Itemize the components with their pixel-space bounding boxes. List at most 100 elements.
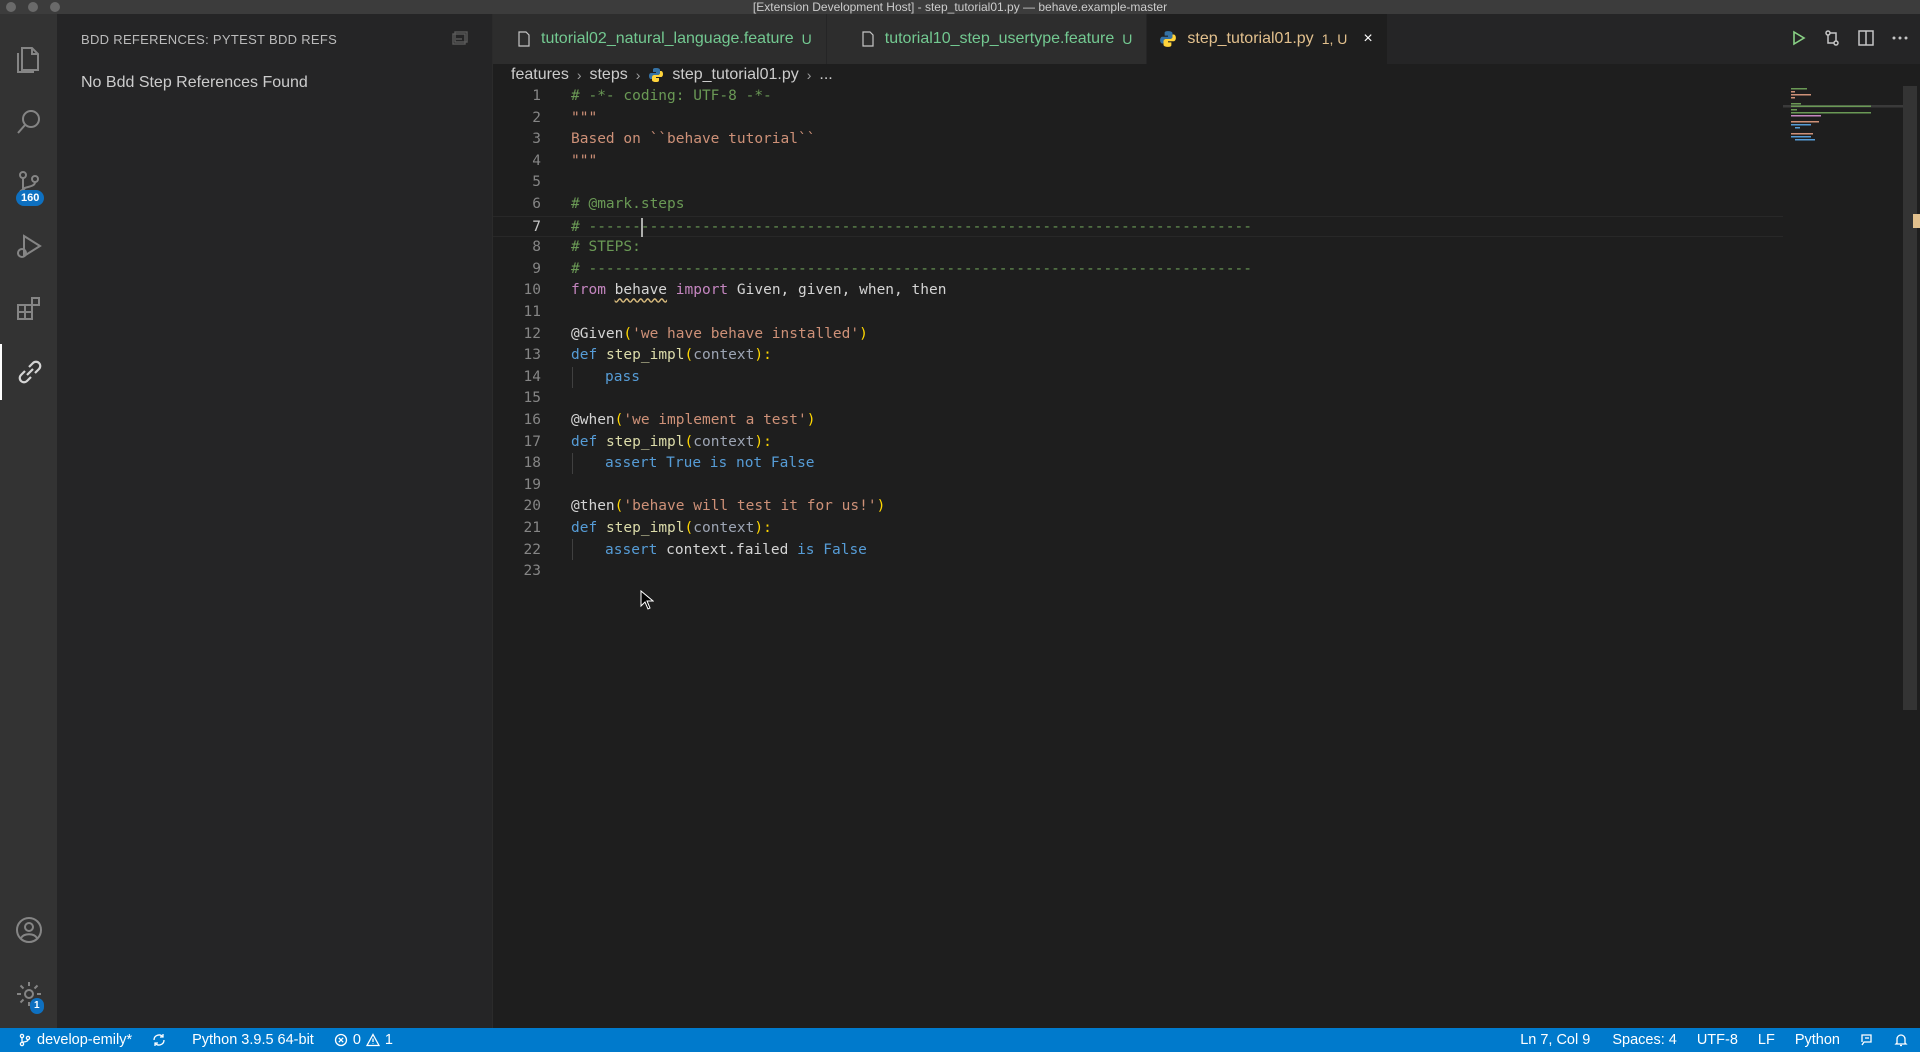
tab-status: U <box>801 31 812 47</box>
line-ending-label: LF <box>1757 1032 1775 1048</box>
code-line-4: 4 """ <box>532 152 598 169</box>
feedback-button[interactable] <box>1850 1028 1884 1052</box>
tab-step-tutorial01[interactable]: step_tutorial01.py 1, U × <box>1147 14 1388 64</box>
code-line-18: 18 assert True is not False <box>523 455 815 472</box>
warning-count: 1 <box>384 1032 393 1048</box>
python-file-icon <box>1160 31 1177 47</box>
run-debug-button[interactable] <box>0 218 57 274</box>
code-line-22: 22 assert context.failed is False <box>523 541 867 558</box>
window-title: [Extension Development Host] - step_tuto… <box>752 0 1168 14</box>
window-controls[interactable] <box>6 2 60 12</box>
problems-indicator[interactable]: 0 1 <box>324 1028 403 1052</box>
code-line-5: 5 <box>532 174 541 191</box>
sync-button[interactable] <box>142 1028 176 1052</box>
code-line-20: 20 @then('behave will test it for us!') <box>523 498 886 515</box>
tab-label: step_tutorial01.py <box>1187 30 1314 47</box>
code-line-15: 15 <box>523 390 541 407</box>
code-line-19: 19 <box>523 476 541 493</box>
activity-bar: 160 1 <box>0 14 57 1028</box>
title-bar: [Extension Development Host] - step_tuto… <box>0 0 1920 14</box>
breadcrumb: features › steps › step_tutorial01.py › … <box>493 64 833 86</box>
branch-indicator[interactable]: develop-emily* <box>0 1028 142 1052</box>
git-branch-icon <box>19 1033 31 1047</box>
scrollbar-cursor-marker <box>1913 214 1920 228</box>
tab-tutorial10[interactable]: tutorial10_step_usertype.feature U <box>826 14 1148 64</box>
side-bar: BDD REFERENCES: PYTEST BDD REFS No Bdd S… <box>57 14 493 1028</box>
settings-badge: 1 <box>30 998 44 1014</box>
collapse-all-icon[interactable] <box>452 31 468 45</box>
error-count: 0 <box>352 1032 361 1048</box>
split-editor-icon[interactable] <box>1856 28 1876 48</box>
line-ending[interactable]: LF <box>1748 1028 1785 1052</box>
tab-status: U <box>1122 31 1133 47</box>
code-line-12: 12 @Given('we have behave installed') <box>523 325 868 342</box>
editor-actions <box>1788 28 1910 48</box>
code-line-14: 14 pass <box>523 368 640 385</box>
code-line-9: 9 # -------------------------------------… <box>532 260 1252 277</box>
code-line-13: 13 def step_impl(context): <box>523 347 772 364</box>
manage-button[interactable]: 1 <box>0 966 57 1022</box>
breadcrumb-features[interactable]: features <box>511 66 569 84</box>
python-version: Python 3.9.5 64-bit <box>192 1032 314 1048</box>
close-window-button[interactable] <box>6 2 16 12</box>
more-actions-icon[interactable] <box>1890 28 1910 48</box>
branch-name: develop-emily* <box>37 1032 133 1048</box>
bdd-references-icon <box>18 360 41 384</box>
run-icon[interactable] <box>1788 28 1808 48</box>
sidebar-empty-message: No Bdd Step References Found <box>81 74 308 91</box>
code-line-8: 8 # STEPS: <box>532 239 641 256</box>
mouse-pointer-icon <box>640 590 654 610</box>
breadcrumb-symbol[interactable]: ... <box>819 66 832 84</box>
code-line-2: 2 """ <box>532 109 598 126</box>
code-line-16: 16 @when('we implement a test') <box>523 412 816 428</box>
search-icon <box>16 110 40 134</box>
tab-label: tutorial02_natural_language.feature <box>541 30 794 47</box>
explorer-button[interactable] <box>0 32 57 88</box>
maximize-window-button[interactable] <box>50 2 60 12</box>
python-interpreter[interactable]: Python 3.9.5 64-bit <box>176 1028 324 1052</box>
close-tab-icon[interactable]: × <box>1363 30 1372 48</box>
indentation[interactable]: Spaces: 4 <box>1600 1028 1687 1052</box>
feedback-icon <box>1861 1034 1872 1046</box>
sidebar-header: BDD REFERENCES: PYTEST BDD REFS <box>57 14 492 64</box>
chevron-right-icon: › <box>806 67 812 83</box>
code-editor[interactable]: 1 # -*- coding: UTF-8 -*- 2 """ 3 Based on … <box>493 86 1783 1028</box>
sidebar-title: BDD REFERENCES: PYTEST BDD REFS <box>81 31 338 47</box>
status-bar: develop-emily* Python 3.9.5 64-bit 0 1 L… <box>0 1028 1920 1052</box>
run-debug-icon <box>16 234 42 258</box>
indentation-label: Spaces: 4 <box>1612 1032 1677 1048</box>
open-changes-icon[interactable] <box>1822 28 1842 48</box>
extensions-button[interactable] <box>0 280 57 336</box>
code-line-21: 21 def step_impl(context): <box>523 520 772 536</box>
search-button[interactable] <box>0 94 57 150</box>
notifications-button[interactable] <box>1884 1028 1920 1052</box>
accounts-button[interactable] <box>0 902 57 958</box>
tab-tutorial02[interactable]: tutorial02_natural_language.feature U <box>493 14 827 64</box>
sync-icon <box>153 1034 165 1046</box>
minimap[interactable] <box>1783 86 1903 1028</box>
extensions-icon <box>16 297 40 320</box>
minimap-preview <box>1783 88 1903 141</box>
minimize-window-button[interactable] <box>28 2 38 12</box>
cursor-position[interactable]: Ln 7, Col 9 <box>1510 1028 1600 1052</box>
language-mode[interactable]: Python <box>1785 1028 1850 1052</box>
explorer-icon <box>16 47 39 73</box>
file-icon <box>862 31 874 47</box>
scm-badge: 160 <box>16 190 45 206</box>
tab-status: 1, U <box>1321 31 1348 47</box>
code-line-6: 6 # @mark.steps <box>532 196 685 212</box>
error-icon <box>334 1033 347 1047</box>
code-line-1: 1 # -*- coding: UTF-8 -*- <box>532 88 772 104</box>
warning-icon <box>365 1033 380 1047</box>
code-line-23: 23 <box>523 563 541 580</box>
editor-scrollbar[interactable] <box>1903 86 1917 710</box>
chevron-right-icon: › <box>576 67 582 83</box>
account-icon <box>15 917 42 943</box>
breadcrumb-steps[interactable]: steps <box>589 66 627 84</box>
source-control-button[interactable]: 160 <box>0 156 57 212</box>
code-line-11: 11 <box>523 304 541 320</box>
code-line-3: 3 Based on ``behave tutorial`` <box>532 131 816 148</box>
encoding[interactable]: UTF-8 <box>1687 1028 1748 1052</box>
bdd-references-button[interactable] <box>0 344 57 400</box>
breadcrumb-file[interactable]: step_tutorial01.py <box>672 66 798 84</box>
